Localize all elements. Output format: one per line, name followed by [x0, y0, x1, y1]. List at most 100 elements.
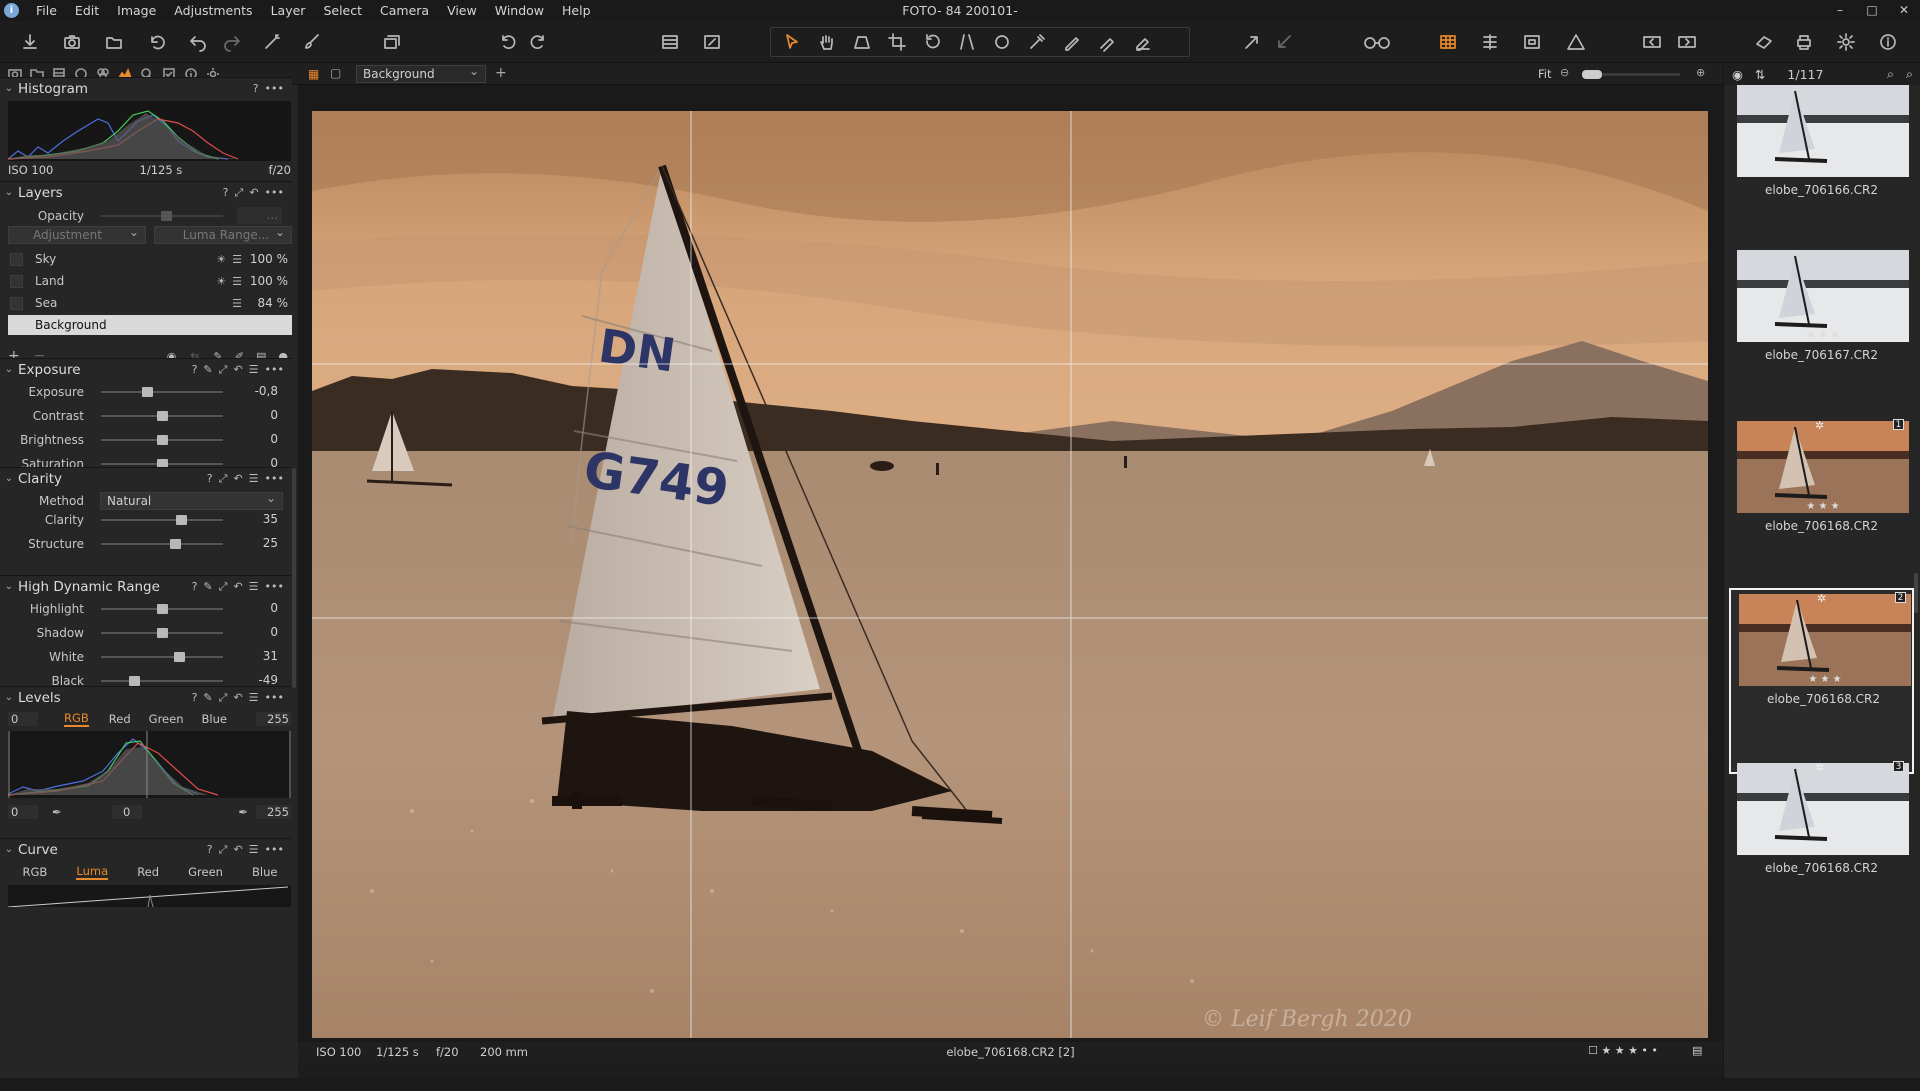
help-icon[interactable]: ? — [207, 843, 213, 857]
layer-checkbox[interactable] — [10, 274, 23, 288]
presets-icon[interactable]: ☰ — [249, 472, 259, 486]
grid-overlay-icon[interactable] — [1436, 30, 1460, 54]
menu-select[interactable]: Select — [314, 0, 371, 21]
slider-knob[interactable] — [175, 515, 187, 525]
edit-view-icon[interactable] — [700, 30, 724, 54]
collapse-chevron-icon[interactable]: ⌄ — [0, 83, 18, 94]
rotate-right-icon[interactable] — [527, 30, 551, 54]
proof-glasses-icon[interactable] — [1360, 30, 1394, 54]
collapse-chevron-icon[interactable]: ⌄ — [0, 692, 18, 703]
copy-icon[interactable]: ⤢ — [219, 843, 228, 857]
pick-icon[interactable]: ✎ — [203, 580, 212, 594]
main-photo[interactable]: DN G749 © Leif Bergh 2020 — [312, 111, 1708, 1038]
help-icon[interactable]: ? — [192, 580, 198, 594]
hdr-value[interactable]: 31 — [237, 648, 282, 665]
redo-icon[interactable] — [220, 30, 244, 54]
overlay-icon[interactable] — [1520, 30, 1544, 54]
curve-channel-rgb[interactable]: RGB — [23, 865, 48, 879]
curve-channel-red[interactable]: Red — [137, 865, 159, 879]
next-image-icon[interactable] — [1675, 30, 1699, 54]
hdr-slider[interactable] — [101, 676, 223, 686]
exposure-warning-icon[interactable] — [1564, 30, 1588, 54]
exposure-value[interactable]: 0 — [237, 407, 282, 424]
pan-hand-icon[interactable] — [815, 30, 839, 54]
layer-row-background[interactable]: Background — [8, 315, 292, 335]
maximize-button[interactable]: □ — [1856, 0, 1888, 21]
zoom-slider[interactable] — [1582, 70, 1680, 79]
single-view-icon[interactable]: ▢ — [330, 66, 341, 80]
exposure-slider[interactable] — [101, 435, 223, 445]
thumbnail-item[interactable]: elobe_706166.CR2 — [1729, 81, 1914, 267]
filter-eye-icon[interactable]: ◉ — [1732, 67, 1743, 82]
layer-row-sea[interactable]: Sea ☰ 84 % — [8, 293, 292, 313]
thumbnail-item[interactable]: ★ ★ ★ 1 ✲ elobe_706168.CR2 — [1729, 417, 1914, 603]
exposure-header[interactable]: ⌄ Exposure ? ✎ ⤢ ↶ ☰ ••• — [0, 358, 292, 380]
collapse-chevron-icon[interactable]: ⌄ — [0, 844, 18, 855]
color-picker-icon[interactable] — [1025, 30, 1049, 54]
slider-knob[interactable] — [161, 211, 172, 221]
levels-header[interactable]: ⌄ Levels ? ✎ ⤢ ↶ ☰ ••• — [0, 686, 292, 708]
reset-icon[interactable]: ↶ — [233, 580, 242, 594]
more-icon[interactable]: ••• — [265, 363, 284, 377]
levels-output-high[interactable]: 255 — [256, 805, 292, 819]
menu-image[interactable]: Image — [108, 0, 165, 21]
crop-icon[interactable] — [885, 30, 909, 54]
thumbnail-item[interactable]: ★ ★ ★ 2 ✲ elobe_706168.CR2 — [1729, 588, 1914, 774]
rotate-left-icon[interactable] — [495, 30, 519, 54]
levels-channel-red[interactable]: Red — [109, 712, 131, 726]
grid-view-icon[interactable] — [658, 30, 682, 54]
levels-input-low[interactable]: 0 — [8, 712, 38, 726]
menu-help[interactable]: Help — [553, 0, 600, 21]
thumbnail-image[interactable]: ★ ★ ★ — [1737, 421, 1909, 513]
more-icon[interactable]: ••• — [265, 580, 284, 594]
collapse-chevron-icon[interactable]: ⌄ — [0, 364, 18, 375]
camera-icon[interactable] — [60, 30, 84, 54]
help-icon[interactable]: ? — [192, 691, 198, 705]
reset-icon[interactable]: ↶ — [233, 843, 242, 857]
help-icon[interactable]: ? — [192, 363, 198, 377]
menu-layer[interactable]: Layer — [262, 0, 315, 21]
help-icon[interactable]: ? — [207, 472, 213, 486]
slider-knob[interactable] — [156, 411, 168, 421]
slider-knob[interactable] — [141, 387, 153, 397]
clarity-value[interactable]: 25 — [237, 535, 282, 552]
help-icon[interactable]: ? — [253, 82, 259, 95]
histogram-header[interactable]: ⌄ Histogram ? ••• — [0, 77, 292, 99]
levels-channel-blue[interactable]: Blue — [201, 712, 226, 726]
slider-knob[interactable] — [173, 652, 185, 662]
eyedropper-black-icon[interactable]: ✒ — [52, 805, 62, 819]
copy-icon[interactable]: ⤢ — [219, 580, 228, 594]
opacity-value[interactable]: ... — [237, 207, 282, 224]
hdr-value[interactable]: 0 — [237, 600, 282, 617]
info-icon[interactable] — [1876, 30, 1900, 54]
brush-icon[interactable] — [300, 30, 324, 54]
collapse-chevron-icon[interactable]: ⌄ — [0, 581, 18, 592]
exposure-slider[interactable] — [101, 411, 223, 421]
slider-knob[interactable] — [170, 539, 182, 549]
apply-icon[interactable] — [1272, 30, 1296, 54]
thumbnail-item[interactable]: 3 ✲ elobe_706168.CR2 — [1729, 759, 1914, 945]
levels-output-low[interactable]: 0 — [8, 805, 38, 819]
more-icon[interactable]: ••• — [265, 186, 284, 200]
draw-mask-icon[interactable] — [1060, 30, 1084, 54]
settings-gear-icon[interactable] — [1834, 30, 1858, 54]
curve-channel-luma[interactable]: Luma — [76, 864, 109, 880]
browser-scrollbar-thumb[interactable] — [1914, 573, 1918, 613]
straighten-icon[interactable] — [920, 30, 944, 54]
curve-channel-blue[interactable]: Blue — [252, 865, 277, 879]
thumbnail-image[interactable]: ★ ★ ★ — [1739, 594, 1911, 686]
multi-view-icon[interactable]: ▦ — [308, 67, 319, 81]
levels-channel-green[interactable]: Green — [149, 712, 184, 726]
layer-checkbox[interactable] — [10, 252, 23, 266]
copy-icon[interactable]: ⤢ — [219, 691, 228, 705]
image-viewer[interactable]: DN G749 © Leif Bergh 2020 — [298, 85, 1723, 1045]
more-icon[interactable]: ••• — [265, 691, 284, 705]
reset-icon[interactable] — [144, 30, 168, 54]
exposure-value[interactable]: -0,8 — [237, 383, 282, 400]
zoom-out-icon[interactable]: ⊖ — [1560, 66, 1569, 79]
presets-icon[interactable]: ☰ — [249, 363, 259, 377]
adjustment-dropdown[interactable]: Adjustment — [8, 224, 146, 244]
more-icon[interactable]: ••• — [265, 843, 284, 857]
luma-range-button[interactable]: Luma Range... — [154, 224, 292, 244]
menu-adjustments[interactable]: Adjustments — [165, 0, 261, 21]
